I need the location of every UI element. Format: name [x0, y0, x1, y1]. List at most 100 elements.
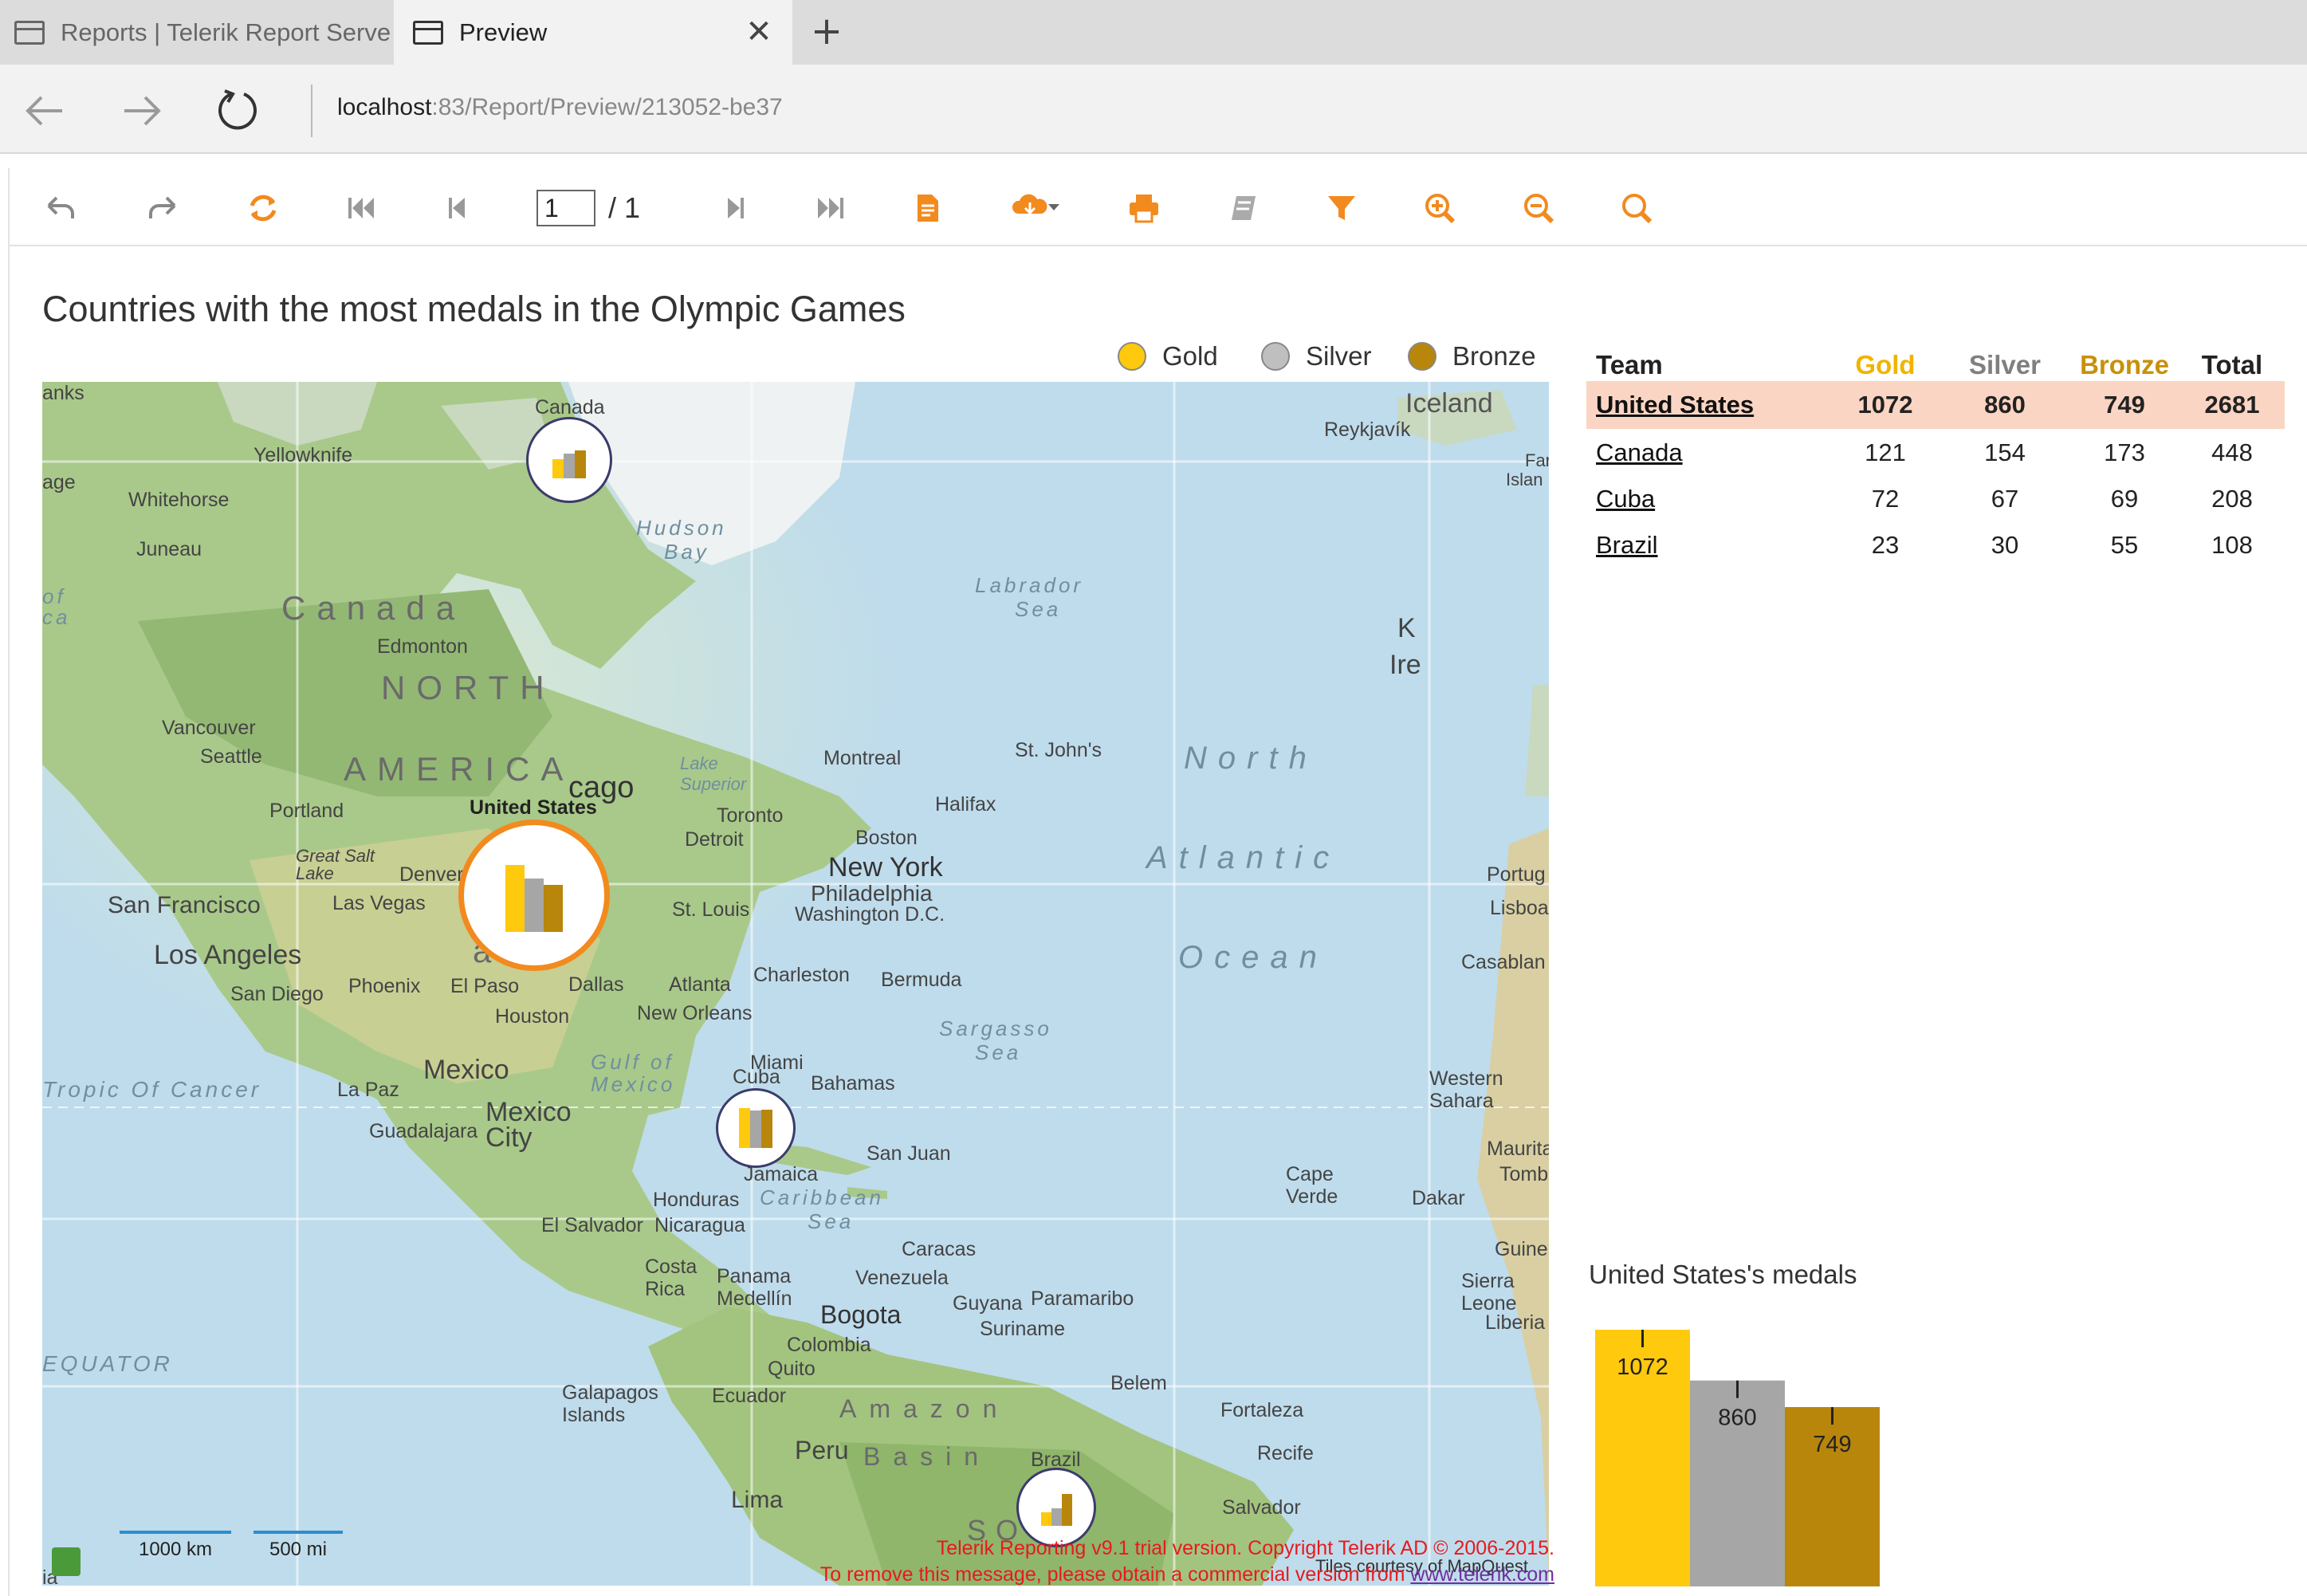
tab-title: Preview — [459, 18, 548, 46]
browser-refresh-icon[interactable] — [209, 83, 265, 139]
map-marker-canada[interactable] — [526, 417, 612, 503]
team-link-united-states[interactable]: United States — [1596, 381, 1754, 429]
team-link-canada[interactable]: Canada — [1596, 429, 1683, 477]
document-map-icon[interactable] — [1220, 185, 1267, 231]
data-label-gold: 1072 — [1617, 1354, 1668, 1380]
trial-notice-line2: To remove this message, please obtain a … — [819, 1563, 1405, 1586]
legend-silver-label: Silver — [1306, 341, 1372, 371]
new-tab-icon[interactable]: + — [807, 11, 847, 51]
cell-gold: 121 — [1865, 438, 1906, 466]
detail-bar-chart: 1072 860 749 — [1595, 1330, 1880, 1586]
refresh-icon[interactable] — [240, 185, 286, 231]
map-label-guinea: Guine — [1495, 1238, 1548, 1260]
map-label-las-vegas: Las Vegas — [332, 892, 426, 914]
map-label-labrador: Labrador — [975, 573, 1084, 597]
marker-cuba-silver-bar — [750, 1111, 761, 1148]
browser-tab-preview[interactable]: Preview — [394, 0, 792, 65]
map-label-north-atl: North — [1184, 741, 1318, 776]
print-icon[interactable] — [1121, 185, 1167, 231]
zoom-out-icon[interactable] — [1515, 185, 1562, 231]
map-label-nicaragua: Nicaragua — [654, 1214, 745, 1236]
map-label-whitehorse: Whitehorse — [128, 489, 230, 511]
map-label-costa-rica: Costa Rica — [645, 1256, 698, 1300]
last-page-icon[interactable] — [807, 185, 853, 231]
marker-brazil-gold-bar — [1040, 1512, 1051, 1526]
page-number-input[interactable]: 1 — [536, 190, 595, 226]
map-provider-logo-icon — [52, 1547, 81, 1576]
map-label-bermuda: Bermuda — [881, 969, 962, 991]
cell-bronze: 69 — [2110, 485, 2139, 513]
detail-chart-title: United States's medals — [1589, 1260, 1857, 1289]
map-label-la-paz: La Paz — [337, 1079, 399, 1101]
map-label-vancouver: Vancouver — [162, 717, 256, 739]
legend-bronze: Bronze — [1408, 336, 1536, 376]
map-label-casablanca: Casablan — [1461, 951, 1546, 973]
map-label-edmonton: Edmonton — [377, 635, 468, 658]
address-path: :83/Report/Preview/213052-be37 — [431, 94, 783, 120]
map-label-denver: Denver — [399, 863, 464, 886]
export-icon[interactable] — [1004, 185, 1068, 231]
map-label-new-orleans: New Orleans — [637, 1002, 753, 1024]
table-row[interactable]: Cuba 72 67 69 208 — [1586, 475, 2285, 523]
browser-tab-reports[interactable]: Reports | Telerik Report Serve — [0, 0, 392, 65]
map-label-san-francisco: San Francisco — [108, 892, 261, 918]
marker-label-canada: Canada — [535, 396, 605, 419]
team-link-brazil[interactable]: Brazil — [1596, 521, 1658, 569]
print-preview-icon[interactable] — [905, 185, 951, 231]
map-label-hudson: Hudson — [636, 516, 727, 540]
map-label-gulf2: Mexico — [591, 1072, 676, 1096]
map-label-great-salt-lake: Great Salt Lake — [296, 846, 375, 883]
browser-forward-icon[interactable] — [113, 83, 169, 139]
marker-us-bronze-bar — [544, 885, 563, 932]
table-row[interactable]: Canada 121 154 173 448 — [1586, 429, 2285, 477]
map-label-bogota: Bogota — [820, 1300, 902, 1329]
map-label-bay: Bay — [664, 540, 709, 564]
close-tab-icon[interactable]: ✕ — [741, 14, 776, 49]
table-row[interactable]: United States 1072 860 749 2681 — [1586, 381, 2285, 429]
map-label-tomb: Tomb — [1499, 1163, 1549, 1185]
map-label-colombia: Colombia — [787, 1334, 871, 1356]
map-label-recife: Recife — [1257, 1442, 1314, 1464]
data-label-bronze: 749 — [1813, 1432, 1851, 1457]
olympic-map[interactable]: Canada NORTH AMERICA ted ates cago North… — [42, 382, 1549, 1586]
map-label-washington: Washington D.C. — [795, 903, 945, 926]
browser-back-icon[interactable] — [18, 83, 73, 139]
back-icon[interactable] — [37, 185, 84, 231]
telerik-link[interactable]: www.telerik.com — [1410, 1563, 1554, 1586]
map-label-mauritania: Maurita — [1487, 1138, 1549, 1160]
zoom-in-icon[interactable] — [1417, 185, 1463, 231]
map-label-sargasso-sea: Sea — [975, 1040, 1022, 1064]
map-label-ecuador: Ecuador — [712, 1385, 787, 1407]
address-bar[interactable]: localhost:83/Report/Preview/213052-be37 — [337, 94, 783, 121]
map-label-k: K — [1397, 613, 1416, 643]
map-label-detroit: Detroit — [685, 828, 744, 851]
table-row[interactable]: Brazil 23 30 55 108 — [1586, 521, 2285, 569]
map-label-portland: Portland — [269, 800, 344, 822]
map-label-caracas: Caracas — [902, 1238, 977, 1260]
map-label-quito: Quito — [768, 1358, 816, 1380]
map-label-st-louis: St. Louis — [672, 898, 750, 921]
map-label-equator: EQUATOR — [42, 1351, 173, 1376]
first-page-icon[interactable] — [339, 185, 385, 231]
map-label-honduras: Honduras — [653, 1189, 740, 1211]
map-label-mexico: Mexico — [423, 1055, 509, 1085]
team-link-cuba[interactable]: Cuba — [1596, 475, 1655, 523]
parameters-icon[interactable] — [1319, 185, 1365, 231]
previous-page-icon[interactable] — [434, 185, 481, 231]
trial-notice-line1: Telerik Reporting v9.1 trial version. Co… — [936, 1537, 1554, 1559]
map-label-tropic: Tropic Of Cancer — [42, 1077, 262, 1102]
marker-cuba-bronze-bar — [761, 1110, 772, 1148]
map-label-mexico-city: Mexico City — [485, 1097, 572, 1153]
map-marker-cuba[interactable] — [716, 1088, 796, 1168]
map-marker-united-states[interactable] — [458, 820, 610, 971]
next-page-icon[interactable] — [712, 185, 758, 231]
search-icon[interactable] — [1613, 185, 1660, 231]
cell-total: 2681 — [2204, 391, 2260, 419]
map-label-north: NORTH — [381, 669, 556, 706]
marker-brazil-silver-bar — [1051, 1508, 1062, 1526]
map-label-halifax: Halifax — [935, 793, 996, 816]
forward-icon[interactable] — [140, 185, 186, 231]
cell-gold: 23 — [1871, 531, 1900, 559]
tab-page-icon — [413, 20, 443, 45]
map-label-caribbean2: Sea — [808, 1209, 855, 1233]
